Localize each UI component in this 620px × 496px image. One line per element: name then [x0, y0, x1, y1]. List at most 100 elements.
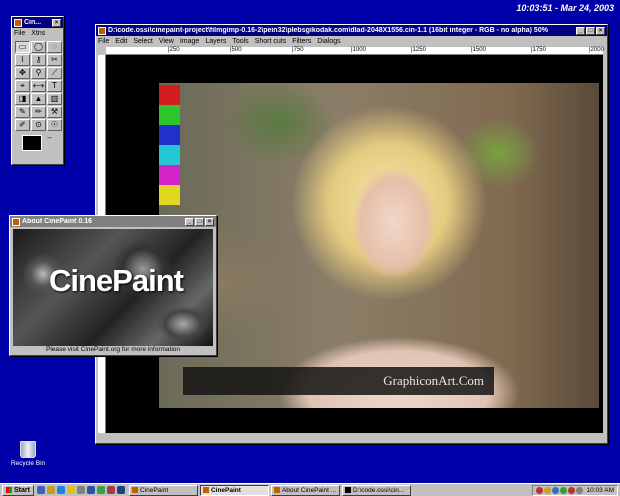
menu-select[interactable]: Select: [133, 38, 152, 45]
toolbox-title: Cin...: [24, 19, 42, 26]
horizontal-scrollbar[interactable]: [106, 433, 603, 441]
quick-launch: [36, 486, 127, 494]
color-chip: [159, 145, 180, 165]
fuzzy-select-icon[interactable]: ⌇: [15, 54, 30, 66]
menu-tools[interactable]: Tools: [232, 38, 248, 45]
close-icon[interactable]: ×: [52, 18, 61, 27]
close-icon[interactable]: ×: [596, 26, 605, 35]
tray-icon[interactable]: [543, 486, 551, 494]
start-label: Start: [14, 486, 30, 494]
recycle-bin-icon[interactable]: [20, 441, 36, 458]
color-chip: [159, 125, 180, 145]
start-button[interactable]: Start: [2, 484, 34, 496]
menu-filters[interactable]: Filters: [292, 38, 311, 45]
swap-colors-icon[interactable]: ↔: [46, 134, 53, 141]
taskbar-button-image[interactable]: CinePaint: [199, 484, 269, 496]
pencil-icon[interactable]: ✎: [15, 106, 30, 118]
taskbar-button-console[interactable]: D:\code.ossi\cin...: [341, 484, 411, 496]
cinepaint-logo: CinePaint: [49, 263, 184, 298]
quicklaunch-icon[interactable]: [116, 486, 125, 494]
menu-file[interactable]: File: [14, 30, 25, 37]
watermark-bar: GraphiconArt.Com: [183, 367, 494, 395]
horizontal-ruler[interactable]: |250 |500 |750 |1000 |1250 |1500 |1750 |…: [106, 47, 604, 55]
quicklaunch-icon[interactable]: [106, 486, 115, 494]
image-window-title: D:\code.ossi\cinepaint-project\filmgimp-…: [108, 27, 548, 34]
console-icon: [344, 487, 351, 493]
taskbar-clock: 10:03 AM: [586, 486, 614, 494]
quicklaunch-icon[interactable]: [76, 486, 85, 494]
windows-logo-icon: [6, 487, 12, 493]
volume-icon[interactable]: [575, 486, 583, 494]
bezier-select-icon[interactable]: ⚷: [31, 54, 46, 66]
color-picker-icon[interactable]: ◨: [15, 93, 30, 105]
quicklaunch-icon[interactable]: [86, 486, 95, 494]
paintbrush-icon[interactable]: ✏: [31, 106, 46, 118]
ruler-tick: |500: [230, 47, 242, 53]
cinepaint-app-icon: [14, 18, 22, 27]
quicklaunch-icon[interactable]: [66, 486, 75, 494]
ruler-tick: |1250: [411, 47, 426, 53]
toolbox-menubar: File Xtns: [12, 28, 63, 39]
toolbox-titlebar[interactable]: Cin... ×: [12, 17, 63, 28]
cinepaint-app-icon: [131, 487, 138, 493]
airbrush-icon[interactable]: ✐: [15, 119, 30, 131]
taskbar-button-about[interactable]: About CinePaint ...: [270, 484, 340, 496]
about-titlebar[interactable]: About CinePaint 0.16 _ □ ×: [10, 216, 216, 227]
text-icon[interactable]: T: [47, 80, 62, 92]
minimize-icon[interactable]: _: [185, 217, 194, 226]
task-label: CinePaint: [139, 486, 169, 494]
menu-edit[interactable]: Edit: [115, 38, 127, 45]
quicklaunch-icon[interactable]: [96, 486, 105, 494]
toolbox-window[interactable]: Cin... × File Xtns ▭ ◯ ◌ ⌇ ⚷ ✂ ✥ ⚲ ⟋ ⌖ ⟷…: [11, 16, 64, 165]
menu-image[interactable]: Image: [180, 38, 199, 45]
color-swatches: ↔: [18, 134, 63, 165]
menu-xtns[interactable]: Xtns: [31, 30, 45, 37]
crop-icon[interactable]: ⌖: [15, 80, 30, 92]
maximize-icon[interactable]: □: [586, 26, 595, 35]
watermark-text: GraphiconArt.Com: [383, 373, 484, 388]
maximize-icon[interactable]: □: [195, 217, 204, 226]
about-window[interactable]: About CinePaint 0.16 _ □ × CinePaint Ple…: [9, 215, 217, 356]
menu-shortcuts[interactable]: Short cuts: [255, 38, 287, 45]
ellipse-select-icon[interactable]: ◯: [31, 41, 46, 53]
quicklaunch-icon[interactable]: [36, 486, 45, 494]
system-tray: 10:03 AM: [531, 484, 618, 496]
rect-select-icon[interactable]: ▭: [15, 41, 30, 53]
menu-dialogs[interactable]: Dialogs: [317, 38, 340, 45]
scissors-icon[interactable]: ✂: [47, 54, 62, 66]
clone-icon[interactable]: ⊙: [31, 119, 46, 131]
ruler-tick: |2000: [589, 47, 604, 53]
menu-view[interactable]: View: [159, 38, 174, 45]
cinepaint-app-icon: [273, 487, 280, 493]
menu-file[interactable]: File: [98, 38, 109, 45]
gradient-icon[interactable]: ▥: [47, 93, 62, 105]
free-select-icon[interactable]: ◌: [47, 41, 62, 53]
bucket-fill-icon[interactable]: ▲: [31, 93, 46, 105]
quicklaunch-icon[interactable]: [56, 486, 65, 494]
color-chart: [159, 85, 180, 205]
tray-icon[interactable]: [567, 486, 575, 494]
image-menubar: File Edit Select View Image Layers Tools…: [96, 36, 607, 47]
move-icon[interactable]: ✥: [15, 67, 30, 79]
close-icon[interactable]: ×: [205, 217, 214, 226]
flip-icon[interactable]: ⟷: [31, 80, 46, 92]
minimize-icon[interactable]: _: [576, 26, 585, 35]
eraser-icon[interactable]: ⚒: [47, 106, 62, 118]
dodge-burn-icon[interactable]: ☉: [47, 119, 62, 131]
recycle-bin-label: Recycle Bin: [10, 460, 46, 467]
color-chip: [159, 105, 180, 125]
tray-icon[interactable]: [551, 486, 559, 494]
desktop-clock: 10:03:51 - Mar 24, 2003: [516, 3, 614, 13]
tray-icon[interactable]: [559, 486, 567, 494]
about-message: Please visit CinePaint.org for more info…: [45, 346, 181, 353]
about-splash-image: CinePaint: [13, 229, 213, 346]
taskbar-button-toolbox[interactable]: CinePaint: [128, 484, 198, 496]
recycle-bin[interactable]: Recycle Bin: [9, 441, 47, 467]
foreground-color[interactable]: [22, 135, 42, 151]
quicklaunch-icon[interactable]: [46, 486, 55, 494]
menu-layers[interactable]: Layers: [205, 38, 226, 45]
zoom-icon[interactable]: ⚲: [31, 67, 46, 79]
measure-icon[interactable]: ⟋: [47, 67, 62, 79]
image-window-titlebar[interactable]: D:\code.ossi\cinepaint-project\filmgimp-…: [96, 25, 607, 36]
tray-icon[interactable]: [535, 486, 543, 494]
